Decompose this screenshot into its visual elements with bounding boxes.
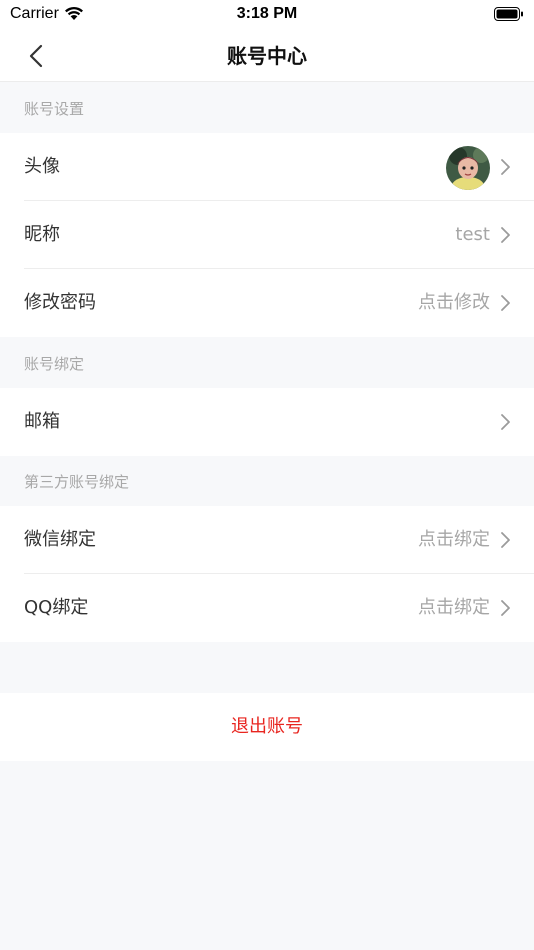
section-header-account-binding: 账号绑定: [0, 338, 534, 388]
qq-binding-row[interactable]: QQ绑定 点击绑定: [0, 574, 534, 642]
wechat-binding-value: 点击绑定: [418, 529, 490, 550]
chevron-left-icon: [29, 44, 43, 68]
chevron-right-icon: [501, 159, 510, 175]
email-label: 邮箱: [24, 411, 60, 432]
navigation-bar: 账号中心: [0, 30, 534, 82]
qq-binding-value: 点击绑定: [418, 597, 490, 618]
wechat-binding-row[interactable]: 微信绑定 点击绑定: [0, 506, 534, 574]
logout-label: 退出账号: [231, 716, 303, 737]
email-row[interactable]: 邮箱: [0, 388, 534, 456]
account-center-screen: Carrier 3:18 PM 账号中心 账号设置 头像 昵称 test 修改密…: [0, 0, 534, 950]
logout-button[interactable]: 退出账号: [0, 693, 534, 761]
page-title: 账号中心: [227, 44, 307, 68]
nickname-value: test: [455, 224, 490, 245]
chevron-right-icon: [501, 600, 510, 616]
chevron-right-icon: [501, 227, 510, 243]
battery-icon: [494, 7, 524, 26]
chevron-right-icon: [501, 295, 510, 311]
wechat-binding-label: 微信绑定: [24, 529, 96, 550]
change-password-value: 点击修改: [418, 292, 490, 313]
section-header-account-settings: 账号设置: [0, 83, 534, 133]
avatar: [446, 146, 490, 190]
change-password-label: 修改密码: [24, 292, 96, 313]
section-header-third-party: 第三方账号绑定: [0, 456, 534, 506]
avatar-label: 头像: [24, 156, 60, 177]
chevron-right-icon: [501, 532, 510, 548]
qq-binding-label: QQ绑定: [24, 597, 89, 618]
status-bar: Carrier 3:18 PM: [0, 0, 534, 30]
avatar-row[interactable]: 头像: [0, 133, 534, 201]
chevron-right-icon: [501, 414, 510, 430]
nickname-row[interactable]: 昵称 test: [0, 201, 534, 269]
nickname-label: 昵称: [24, 224, 60, 245]
clock: 3:18 PM: [236, 5, 298, 22]
change-password-row[interactable]: 修改密码 点击修改: [0, 269, 534, 337]
back-button[interactable]: [18, 38, 54, 74]
